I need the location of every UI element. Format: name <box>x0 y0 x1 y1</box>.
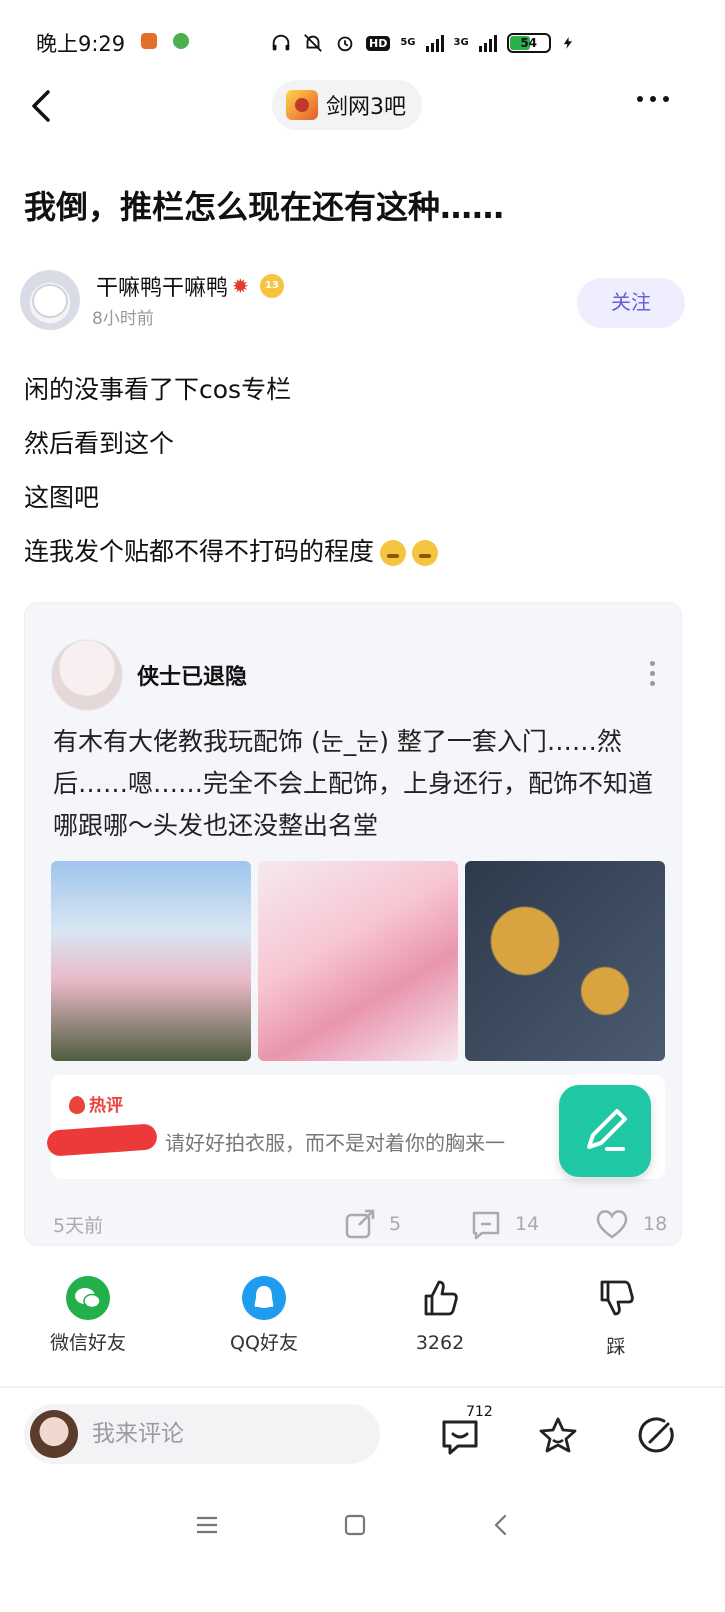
like-count: 18 <box>643 1213 668 1235</box>
hot-comment-text: 请好好拍衣服，而不是对着你的胸来一 <box>165 1131 505 1155</box>
dislike-label: 踩 <box>606 1336 626 1358</box>
post-body: 闲的没事看了下cos专栏 然后看到这个 这图吧 连我发个贴都不得不打码的程度 <box>24 370 439 586</box>
more-options-icon[interactable] <box>637 96 669 102</box>
dislike-button[interactable]: 踩 <box>556 1276 676 1359</box>
embed-author-avatar[interactable] <box>51 639 123 711</box>
embed-footer: 5天前 5 14 18 <box>53 1207 667 1240</box>
signal-icon <box>478 34 497 52</box>
hot-comment-label: 热评 <box>69 1091 123 1116</box>
embed-author-name[interactable]: 侠士已退隐 <box>137 659 247 691</box>
headphones-icon <box>272 34 290 51</box>
post-line: 连我发个贴都不得不打码的程度 <box>24 537 375 566</box>
comment-bar: 712 <box>0 1400 725 1476</box>
post-title: 我倒，推栏怎么现在还有这种…… <box>24 188 505 226</box>
wechat-icon <box>66 1276 110 1320</box>
share-qq-label: QQ好友 <box>230 1332 298 1354</box>
post-time: 8小时前 <box>92 309 154 329</box>
embed-time: 5天前 <box>53 1215 104 1237</box>
back-arrow-icon[interactable] <box>24 84 64 128</box>
system-nav-bar <box>0 1490 725 1560</box>
share-count: 5 <box>389 1213 402 1235</box>
like-total: 3262 <box>415 1332 465 1354</box>
author-row: 干嘛鸭干嘛鸭 ✹ 13 8小时前 关注 <box>20 268 685 332</box>
sweat-emoji-icon <box>412 540 439 566</box>
thumbs-down-icon <box>600 1280 634 1316</box>
share-qq-button[interactable]: QQ好友 <box>204 1276 324 1355</box>
network-3g-label: 3G <box>453 37 469 48</box>
network-5g-label: 5G <box>400 37 416 48</box>
author-name: 干嘛鸭干嘛鸭 <box>96 276 229 301</box>
post-line-last: 连我发个贴都不得不打码的程度 <box>24 532 439 586</box>
comment-count-badge: 712 <box>466 1404 493 1420</box>
embedded-post-card[interactable]: 侠士已退隐 有木有大佬教我玩配饰 (눈_눈) 整了一套入门……然后……嗯……完全… <box>24 602 682 1246</box>
status-time: 晚上9:29 <box>36 32 126 56</box>
qq-icon <box>242 1276 286 1320</box>
mute-bell-icon <box>304 34 322 52</box>
status-icons: HD 5G 3G 54 <box>270 26 575 60</box>
app-notification-icon <box>173 33 189 49</box>
signal-icon <box>425 34 444 52</box>
sweat-emoji-icon <box>380 540 407 566</box>
home-icon[interactable] <box>340 1510 370 1540</box>
author-name-row[interactable]: 干嘛鸭干嘛鸭 ✹ 13 <box>96 270 285 302</box>
top-nav: 剑网3吧 <box>0 76 725 136</box>
author-avatar[interactable] <box>20 270 80 330</box>
alarm-icon <box>337 36 353 52</box>
system-back-icon[interactable] <box>486 1510 516 1540</box>
comment-icon <box>472 1211 500 1240</box>
hd-badge: HD <box>366 35 391 51</box>
forum-logo-icon <box>286 90 318 120</box>
battery-level: 54 <box>520 36 538 50</box>
level-badge: 13 <box>260 274 285 298</box>
embed-image[interactable] <box>51 861 251 1061</box>
share-post-icon[interactable] <box>634 1414 678 1458</box>
embed-share[interactable]: 5 <box>343 1207 401 1241</box>
divider <box>0 1386 725 1388</box>
share-wechat-label: 微信好友 <box>49 1332 126 1354</box>
comments-icon[interactable] <box>438 1414 482 1458</box>
forum-link[interactable]: 剑网3吧 <box>272 80 422 130</box>
post-line: 闲的没事看了下cos专栏 <box>24 375 292 404</box>
embed-image[interactable] <box>258 861 458 1061</box>
embed-comment[interactable]: 14 <box>469 1207 539 1241</box>
redaction-mark <box>46 1123 158 1157</box>
anger-emoji-icon: ✹ <box>232 274 249 298</box>
post-line: 然后看到这个 <box>24 429 175 458</box>
charging-icon <box>563 37 572 49</box>
like-button[interactable]: 3262 <box>380 1276 500 1354</box>
share-wechat-button[interactable]: 微信好友 <box>28 1276 148 1355</box>
status-bar: 晚上9:29 HD 5G 3G 54 <box>0 0 725 84</box>
embed-more-icon[interactable] <box>650 661 655 686</box>
embed-like[interactable]: 18 <box>593 1207 667 1241</box>
embed-image[interactable] <box>465 861 665 1061</box>
pencil-icon <box>587 1109 627 1151</box>
embed-text: 有木有大佬教我玩配饰 (눈_눈) 整了一套入门……然后……嗯……完全不会上配饰，… <box>53 727 654 840</box>
battery-icon: 54 <box>506 33 551 53</box>
heart-icon <box>596 1210 628 1239</box>
comment-count: 14 <box>515 1213 540 1235</box>
embed-header: 侠士已退隐 <box>51 639 247 711</box>
forum-name: 剑网3吧 <box>326 95 406 120</box>
follow-button[interactable]: 关注 <box>577 278 685 328</box>
hot-label-text: 热评 <box>89 1096 123 1116</box>
my-avatar <box>30 1410 78 1458</box>
app-notification-icon <box>141 33 157 49</box>
share-icon <box>345 1209 375 1239</box>
menu-icon[interactable] <box>192 1510 222 1540</box>
post-line: 这图吧 <box>24 483 100 512</box>
embed-image-grid <box>51 861 665 1061</box>
share-row: 微信好友 QQ好友 3262 踩 <box>0 1276 725 1366</box>
compose-fab[interactable] <box>559 1085 651 1177</box>
flame-icon <box>69 1096 85 1114</box>
star-icon[interactable] <box>536 1414 580 1458</box>
thumbs-up-icon <box>424 1280 458 1316</box>
